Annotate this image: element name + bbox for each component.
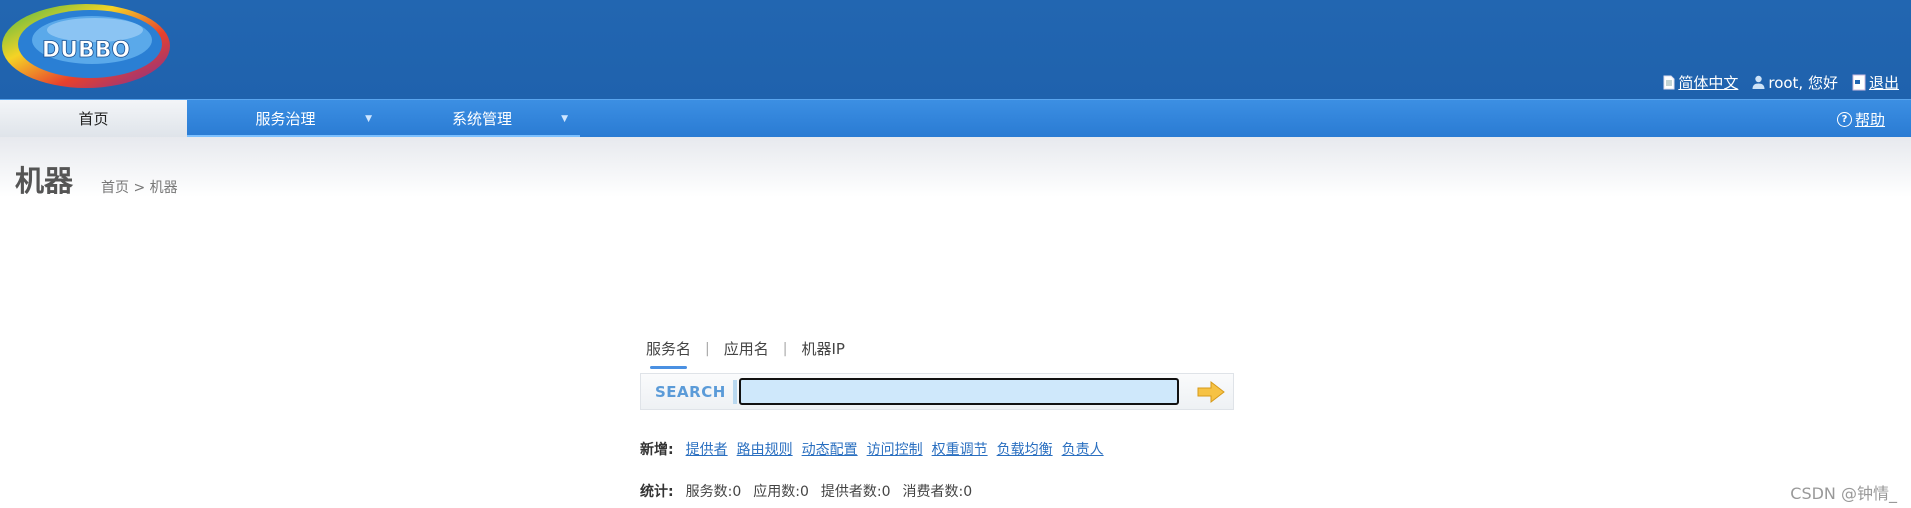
greeting-text: root, 您好 [1768,73,1838,92]
breadcrumb: 首页 > 机器 [101,180,178,196]
logout-link[interactable]: 退出 [1869,72,1899,93]
tab-separator: | [705,340,710,357]
search-box: SEARCH [640,373,1234,410]
stat-applications: 应用数:0 [753,484,809,500]
app-header: DUBBO 简体中文 root, 您好 退出 [0,0,1911,99]
nav-item-label: 服务治理 [255,110,316,128]
nav-item-service-governance[interactable]: 服务治理 ▼ [187,100,384,137]
language-switch[interactable]: 简体中文 [1663,72,1738,93]
help[interactable]: ? 帮助 [1836,109,1885,130]
triangle-down-icon: ▼ [365,114,372,124]
logo-text: DUBBO [42,38,130,63]
tab-application-name[interactable]: 应用名 [724,338,769,359]
arrow-right-icon[interactable] [1196,380,1226,404]
search-label: SEARCH [655,383,726,401]
help-icon: ? [1836,112,1852,127]
add-weight-adjust-link[interactable]: 权重调节 [932,439,988,459]
stat-consumers: 消费者数:0 [902,484,973,500]
add-access-control-link[interactable]: 访问控制 [867,439,923,459]
add-load-balance-link[interactable]: 负载均衡 [997,439,1053,459]
logout-icon [1852,74,1866,90]
search-divider [733,380,737,404]
tab-service-name[interactable]: 服务名 [646,338,691,369]
stats-row: 统计: 服务数:0 应用数:0 提供者数:0 消费者数:0 [640,481,984,501]
nav-item-label: 系统管理 [451,110,512,128]
tab-machine-ip[interactable]: 机器IP [801,338,844,359]
triangle-down-icon: ▼ [561,114,568,124]
stat-services: 服务数:0 [685,484,742,500]
subheader-band [0,137,1911,197]
user-bar: 简体中文 root, 您好 退出 [1663,72,1899,92]
document-icon [1663,75,1675,89]
tab-separator: | [782,340,788,357]
nav-item-home[interactable]: 首页 [0,100,187,137]
user-icon [1752,75,1765,89]
dubbo-logo[interactable]: DUBBO [0,0,176,99]
add-label: 新增: [640,442,674,458]
watermark: CSDN @钟情_ [1790,484,1897,503]
search-tabs: 服务名 | 应用名 | 机器IP [646,338,845,369]
help-link[interactable]: 帮助 [1855,109,1885,130]
stat-providers: 提供者数:0 [820,484,891,500]
main-nav: 首页 服务治理 ▼ 系统管理 ▼ ? 帮助 [0,99,1911,137]
add-owner-link[interactable]: 负责人 [1062,439,1104,459]
add-provider-link[interactable]: 提供者 [686,439,728,459]
stats-label: 统计: [640,484,674,500]
search-input[interactable] [739,378,1179,405]
add-route-rule-link[interactable]: 路由规则 [737,439,793,459]
nav-item-label: 首页 [78,110,109,128]
add-dynamic-config-link[interactable]: 动态配置 [802,439,858,459]
user-greeting: root, 您好 [1752,72,1838,93]
add-links-row: 新增: 提供者 路由规则 动态配置 访问控制 权重调节 负载均衡 负责人 [640,439,1113,459]
logout[interactable]: 退出 [1852,72,1899,93]
nav-item-system-management[interactable]: 系统管理 ▼ [384,100,580,137]
page-title: 机器 [15,164,74,198]
language-link[interactable]: 简体中文 [1678,72,1738,93]
